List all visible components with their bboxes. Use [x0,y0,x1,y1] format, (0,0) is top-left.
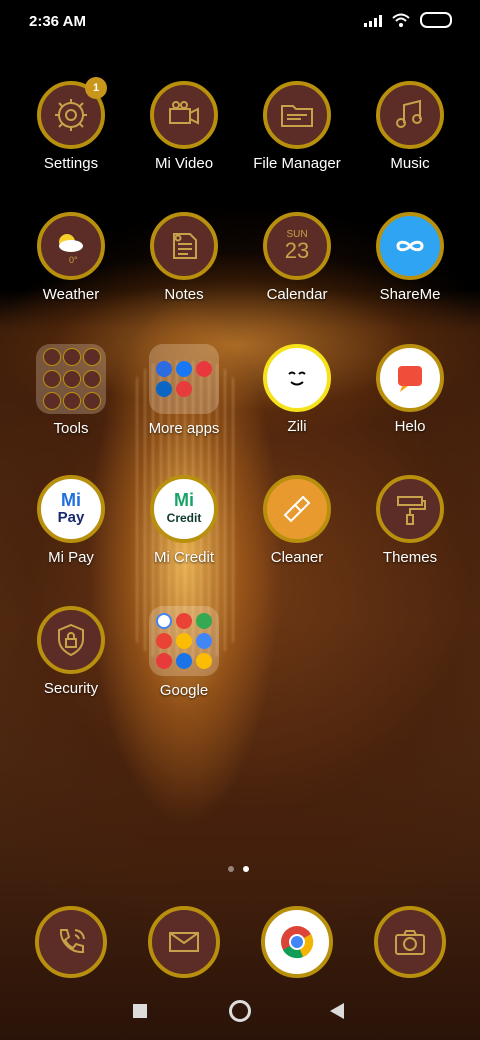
app-file-manager[interactable]: File Manager [242,81,352,172]
app-label: Helo [394,418,426,435]
helo-bubble-icon [398,366,422,392]
circle-icon [229,1000,251,1022]
weather-sun-cloud-icon: 0° [59,234,83,265]
shareme-infinity-icon [396,240,424,252]
app-music[interactable]: Music [355,81,465,172]
app-cleaner[interactable]: Cleaner [242,475,352,566]
app-label: Tools [53,420,89,437]
zili-face-icon [288,371,306,386]
app-settings[interactable]: 1 Settings [16,77,126,172]
status-bar: 2:36 AM [0,0,480,44]
home-button[interactable] [229,1000,251,1022]
app-zili[interactable]: Zili [242,344,352,435]
app-label: Notes [164,286,204,303]
folder-more-apps[interactable]: More apps [129,344,239,437]
notes-icon [173,233,197,259]
mi-credit-logo-top: Mi [174,490,194,510]
app-label: Cleaner [270,549,324,566]
app-label: Mi Video [154,155,214,172]
broom-icon [283,495,311,523]
app-label: Settings [43,155,99,172]
app-weather[interactable]: 0° Weather [16,212,126,303]
messages-icon [169,932,199,952]
battery-icon [420,12,452,28]
dock-chrome[interactable] [242,906,352,978]
app-label: Mi Pay [48,549,94,566]
folder-preview [149,606,219,676]
back-triangle-icon [330,1003,344,1019]
app-label: ShareMe [379,286,441,303]
app-label: Mi Credit [153,549,214,566]
app-label: Music [390,155,430,172]
calendar-date: 23 [284,237,310,263]
page-indicator [228,866,249,872]
app-label: Security [43,680,99,697]
camera-icon [395,930,425,955]
gear-icon [55,99,87,131]
wifi-icon [392,13,410,27]
app-label: Calendar [266,286,328,303]
app-label: Themes [382,549,438,566]
video-camera-icon [169,101,199,125]
folder-google[interactable]: Google [129,606,239,699]
status-time: 2:36 AM [29,13,86,30]
notification-badge: 1 [85,77,107,99]
app-mi-pay[interactable]: Mi Pay Mi Pay [16,475,126,566]
app-label: More apps [148,420,220,437]
mi-pay-logo-top: Mi [61,490,81,510]
app-mi-video[interactable]: Mi Video [129,81,239,172]
phone-icon [59,929,85,954]
square-icon [133,1004,147,1018]
mi-credit-logo-bottom: Credit [166,511,202,525]
mi-pay-logo-bottom: Pay [57,509,85,526]
signal-icon [364,13,382,27]
app-security[interactable]: Security [16,606,126,697]
back-button[interactable] [330,1003,344,1019]
app-calendar[interactable]: SUN 23 Calendar [242,212,352,303]
app-helo[interactable]: Helo [355,344,465,435]
app-themes[interactable]: Themes [355,475,465,566]
app-label: File Manager [253,155,341,172]
folder-tools[interactable]: Tools [16,344,126,437]
folder-preview [36,344,106,414]
navigation-bar [0,980,480,1040]
folder-preview [149,344,219,414]
app-mi-credit[interactable]: Mi Credit Mi Credit [129,475,239,566]
shield-icon [58,623,84,657]
music-note-icon [396,99,422,128]
dock-phone[interactable] [16,906,126,978]
folder-icon [281,105,313,127]
app-shareme[interactable]: ShareMe [355,212,465,303]
dock-messages[interactable] [129,906,239,978]
app-label: Weather [42,286,100,303]
dock-camera[interactable] [355,906,465,978]
app-label: Zili [287,418,307,435]
recent-apps-button[interactable] [133,1004,147,1018]
page-dot[interactable] [228,866,234,872]
app-notes[interactable]: Notes [129,212,239,303]
weather-temp: 0° [69,255,78,265]
paint-roller-icon [397,496,426,525]
app-label: Google [159,682,209,699]
page-dot-active[interactable] [243,866,249,872]
chrome-icon [281,926,314,959]
